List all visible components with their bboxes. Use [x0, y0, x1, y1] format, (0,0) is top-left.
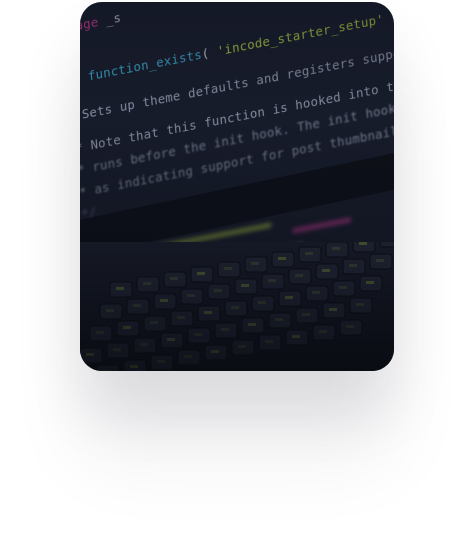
- hero-image-card: k https://developer ) ) :package _s( ! f…: [80, 2, 394, 371]
- code-laptop-photo: k https://developer ) ) :package _s( ! f…: [80, 2, 394, 371]
- image-dark-overlay: [80, 2, 394, 371]
- page: k https://developer ) ) :package _s( ! f…: [0, 0, 474, 551]
